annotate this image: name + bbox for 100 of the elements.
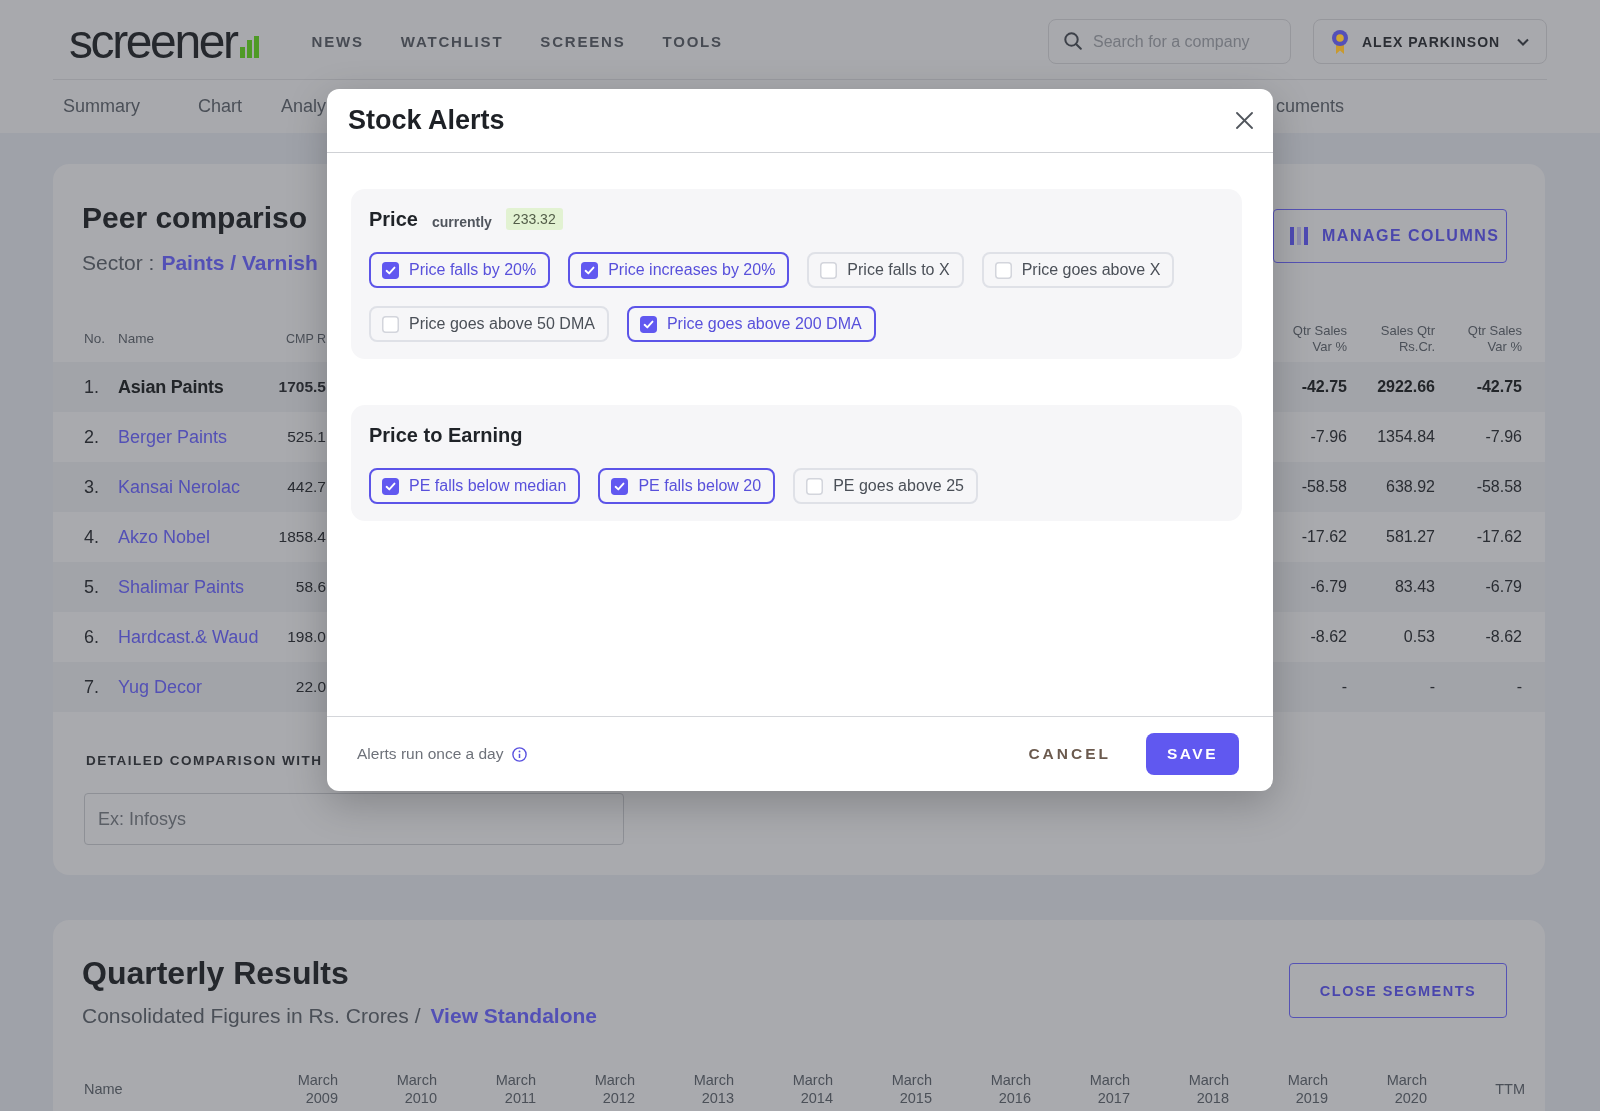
price-badge: 233.32 bbox=[505, 208, 563, 230]
company-link[interactable]: Yug Decor bbox=[118, 676, 203, 698]
alert-option-chip[interactable]: Price goes above 50 DMA bbox=[369, 306, 609, 342]
row-number: 1. bbox=[84, 376, 99, 398]
table-cell: -17.62 bbox=[1476, 528, 1522, 546]
alert-option-chip[interactable]: Price falls to X bbox=[807, 252, 964, 288]
section-tab[interactable]: Analy bbox=[281, 96, 327, 117]
table-cell: 22.0 bbox=[295, 678, 326, 696]
dialog-title: Stock Alerts bbox=[348, 105, 505, 136]
table-cell: - bbox=[1341, 678, 1347, 696]
table-cell: - bbox=[1516, 678, 1522, 696]
table-cell: 581.27 bbox=[1386, 528, 1435, 546]
column-header: Sales Qtr Rs.Cr. bbox=[1379, 322, 1435, 355]
view-standalone-link[interactable]: View Standalone bbox=[430, 1002, 597, 1030]
row-number: 3. bbox=[84, 476, 99, 498]
checkbox[interactable] bbox=[382, 261, 399, 279]
company-link[interactable]: Kansai Nerolac bbox=[118, 476, 241, 498]
row-number: 6. bbox=[84, 626, 99, 648]
info-icon[interactable] bbox=[512, 746, 528, 762]
alert-option-chip[interactable]: Price goes above 200 DMA bbox=[626, 306, 876, 342]
company-link[interactable]: Akzo Nobel bbox=[118, 526, 211, 548]
column-header: March 2020 bbox=[1385, 1071, 1427, 1107]
company-link[interactable]: Hardcast.& Waud bbox=[118, 626, 259, 648]
close-segments-button[interactable]: CLOSE SEGMENTS bbox=[1289, 963, 1507, 1018]
nav-link[interactable]: NEWS bbox=[311, 33, 364, 50]
table-cell: -58.58 bbox=[1476, 478, 1522, 496]
table-cell: -17.62 bbox=[1301, 528, 1347, 546]
chevron-down-icon bbox=[1517, 37, 1529, 46]
nav-link[interactable]: SCREENS bbox=[540, 33, 626, 50]
table-cell: 1354.84 bbox=[1377, 428, 1435, 446]
table-cell: -7.96 bbox=[1310, 428, 1347, 446]
checkbox[interactable] bbox=[611, 477, 629, 495]
table-cell: -7.96 bbox=[1485, 428, 1522, 446]
section-tab[interactable]: Chart bbox=[198, 96, 242, 117]
column-header: March 2009 bbox=[296, 1071, 338, 1107]
group-heading: Price to Earning bbox=[369, 423, 523, 447]
input-field[interactable]: Ex: Infosys bbox=[84, 793, 624, 845]
alert-option-chip[interactable]: PE goes above 25 bbox=[793, 468, 978, 504]
section-tab[interactable]: cuments bbox=[1276, 96, 1345, 116]
column-header: March 2015 bbox=[890, 1071, 932, 1107]
table-cell: -6.79 bbox=[1310, 578, 1347, 596]
row-number: 7. bbox=[84, 676, 99, 698]
table-cell: -58.58 bbox=[1301, 478, 1347, 496]
table-cell: -8.62 bbox=[1310, 628, 1347, 646]
company-link[interactable]: Berger Paints bbox=[118, 426, 228, 448]
alert-option-chip[interactable]: Price increases by 20% bbox=[568, 252, 790, 288]
company-name: Asian Paints bbox=[118, 376, 224, 398]
alert-option-chip[interactable]: Price falls by 20% bbox=[369, 252, 551, 288]
column-header: March 2016 bbox=[989, 1071, 1031, 1107]
column-header: March 2010 bbox=[395, 1071, 437, 1107]
row-number: 2. bbox=[84, 426, 99, 448]
column-header: March 2019 bbox=[1286, 1071, 1328, 1107]
alert-option-chip[interactable]: PE falls below median bbox=[369, 468, 581, 504]
sector-link[interactable]: Paints / Varnish bbox=[161, 249, 318, 277]
nav-link[interactable]: TOOLS bbox=[662, 33, 723, 50]
table-cell: 2922.66 bbox=[1377, 378, 1435, 396]
section-tab[interactable]: Summary bbox=[63, 96, 140, 117]
table-cell: - bbox=[1429, 678, 1435, 696]
table-cell: 442.7 bbox=[287, 478, 326, 496]
checkbox[interactable] bbox=[382, 477, 399, 495]
nav-link[interactable]: WATCHLIST bbox=[400, 33, 504, 50]
row-number: 4. bbox=[84, 526, 99, 548]
bar-chart-icon bbox=[239, 35, 259, 58]
column-header: March 2012 bbox=[593, 1071, 635, 1107]
table-cell: 1858.4 bbox=[278, 528, 326, 546]
subtitle-text: Consolidated Figures in Rs. Crores / bbox=[82, 1003, 421, 1029]
column-header: Qtr Sales Var % bbox=[1466, 322, 1522, 355]
manage-columns-button[interactable]: MANAGE COLUMNS bbox=[1273, 209, 1507, 263]
alert-option-chip[interactable]: Price goes above X bbox=[981, 252, 1175, 288]
column-header: March 2018 bbox=[1187, 1071, 1229, 1107]
table-cell: 638.92 bbox=[1386, 478, 1435, 496]
column-header: CMP R bbox=[285, 331, 326, 346]
column-header: TTM bbox=[1495, 1080, 1525, 1098]
column-header: Name bbox=[118, 331, 154, 346]
table-cell: 1705.5 bbox=[278, 378, 326, 396]
column-header: March 2014 bbox=[791, 1071, 833, 1107]
column-header: No. bbox=[84, 331, 105, 346]
logo[interactable]: screener bbox=[69, 21, 259, 62]
table-cell: -42.75 bbox=[1301, 378, 1347, 396]
group-heading: Price bbox=[369, 207, 418, 231]
section-title: Quarterly Results bbox=[82, 955, 349, 991]
checkbox[interactable] bbox=[581, 261, 599, 279]
field-label: DETAILED COMPARISON WITH bbox=[85, 753, 323, 769]
sector-label: Sector : bbox=[82, 250, 155, 276]
column-header: March 2011 bbox=[494, 1071, 536, 1107]
close-icon[interactable] bbox=[1236, 112, 1253, 129]
columns-icon bbox=[1290, 227, 1308, 245]
section-title: Peer compariso bbox=[82, 200, 308, 236]
save-button[interactable]: SAVE bbox=[1146, 733, 1239, 775]
alert-option-chip[interactable]: PE falls below 20 bbox=[598, 468, 776, 504]
search-icon bbox=[1064, 32, 1082, 50]
column-header: March 2013 bbox=[692, 1071, 734, 1107]
cancel-button[interactable]: CANCEL bbox=[1016, 733, 1123, 775]
company-link[interactable]: Shalimar Paints bbox=[118, 576, 245, 598]
table-cell: -8.62 bbox=[1485, 628, 1522, 646]
table-cell: -42.75 bbox=[1476, 378, 1522, 396]
checkbox[interactable] bbox=[639, 315, 657, 333]
user-menu-button[interactable]: ALEX PARKINSON bbox=[1313, 19, 1547, 64]
table-cell: 198.0 bbox=[287, 628, 326, 646]
current-label: currently bbox=[431, 213, 492, 230]
